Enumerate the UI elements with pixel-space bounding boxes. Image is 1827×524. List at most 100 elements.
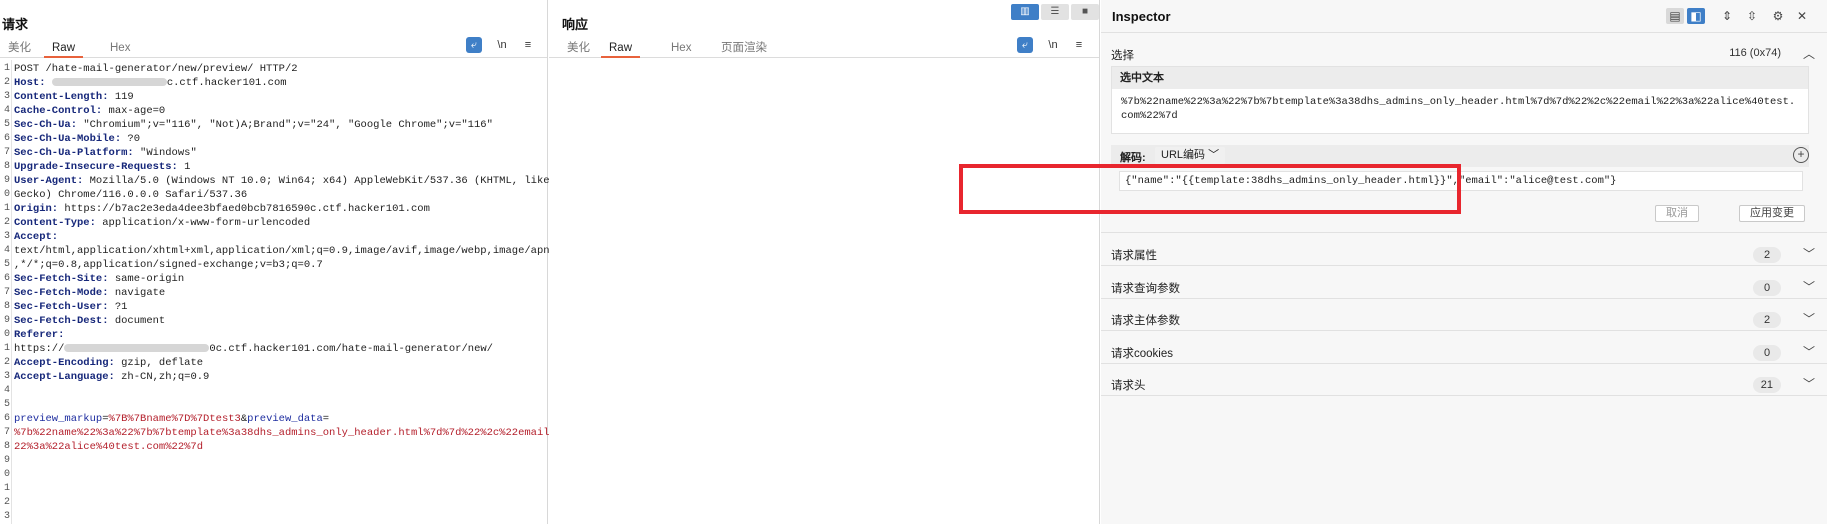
- request-line: Sec-Fetch-Dest: document: [14, 315, 166, 327]
- divider: [1101, 298, 1827, 299]
- redacted-blur: [51, 78, 167, 87]
- redacted-blur: [64, 344, 210, 353]
- tab-render[interactable]: 页面渲染: [713, 40, 775, 58]
- section-request-attributes[interactable]: 请求属性 2 ﹀: [1101, 244, 1827, 264]
- line-number: 9: [3, 455, 10, 466]
- wrap-lines-icon[interactable]: ⤶: [1017, 37, 1033, 53]
- selection-size: 116 (0x74): [1729, 47, 1781, 59]
- line-number: 2: [3, 77, 10, 88]
- line-number: 0: [3, 469, 10, 480]
- inspector-split-view-icon[interactable]: ◧: [1687, 8, 1705, 24]
- selected-text-value[interactable]: %7b%22name%22%3a%22%7b%7btemplate%3a38dh…: [1112, 89, 1808, 129]
- line-number: 0: [3, 189, 10, 200]
- section-cookies[interactable]: 请求cookies 0 ﹀: [1101, 342, 1827, 362]
- chevron-down-icon[interactable]: ﹀: [1803, 310, 1815, 327]
- line-number: 8: [3, 301, 10, 312]
- chevron-down-icon[interactable]: ﹀: [1803, 343, 1815, 360]
- menu-icon[interactable]: ≡: [1071, 37, 1087, 53]
- tab-hex[interactable]: Hex: [663, 40, 699, 58]
- request-line: text/html,application/xhtml+xml,applicat…: [14, 245, 556, 257]
- tab-raw[interactable]: Raw: [601, 40, 641, 58]
- count-badge: 2: [1753, 312, 1781, 328]
- selection-section[interactable]: 选择 116 (0x74) ︿: [1101, 44, 1827, 64]
- line-number: 1: [3, 483, 10, 494]
- decode-row: 解码: URL编码 ﹀ +: [1111, 145, 1809, 167]
- tab-pretty[interactable]: 美化: [559, 40, 598, 58]
- count-badge: 2: [1753, 247, 1781, 263]
- selected-text-header: 选中文本: [1112, 67, 1808, 89]
- line-number: 1: [3, 63, 10, 74]
- line-number: 7: [3, 427, 10, 438]
- line-number: 3: [3, 91, 10, 102]
- request-body-line: %7b%22name%22%3a%22%7b%7btemplate%3a38dh…: [14, 427, 556, 439]
- request-line: Content-Type: application/x-www-form-url…: [14, 217, 311, 229]
- chevron-up-icon[interactable]: ︿: [1803, 45, 1815, 62]
- request-line: Sec-Fetch-User: ?1: [14, 301, 128, 313]
- section-label: 请求cookies: [1111, 348, 1173, 360]
- chevron-down-icon[interactable]: ﹀: [1803, 278, 1815, 295]
- request-line: Accept:: [14, 231, 59, 243]
- response-editor[interactable]: [549, 60, 1099, 524]
- tab-pretty[interactable]: 美化: [0, 40, 39, 58]
- add-decoder-icon[interactable]: +: [1793, 147, 1809, 163]
- section-headers[interactable]: 请求头 21 ﹀: [1101, 374, 1827, 394]
- request-line: Origin: https://b7ac2e3eda4dee3bfaed0bcb…: [14, 203, 430, 215]
- request-line: POST /hate-mail-generator/new/preview/ H…: [14, 63, 298, 75]
- request-line: Sec-Ch-Ua-Mobile: ?0: [14, 133, 141, 145]
- line-number: 8: [3, 441, 10, 452]
- request-line: Cache-Control: max-age=0: [14, 105, 166, 117]
- line-number: 0: [3, 329, 10, 340]
- layout-single-icon[interactable]: ■: [1071, 4, 1099, 20]
- layout-stacked-icon[interactable]: ☰: [1041, 4, 1069, 20]
- close-icon[interactable]: ✕: [1793, 8, 1811, 24]
- section-query-params[interactable]: 请求查询参数 0 ﹀: [1101, 277, 1827, 297]
- section-body-params[interactable]: 请求主体参数 2 ﹀: [1101, 309, 1827, 329]
- request-line: Accept-Encoding: gzip, deflate: [14, 357, 204, 369]
- tab-raw[interactable]: Raw: [44, 40, 84, 58]
- line-number: 4: [3, 245, 10, 256]
- collapse-all-icon[interactable]: ⇳: [1743, 8, 1761, 24]
- request-line: Content-Length: 119: [14, 91, 134, 103]
- line-number: 2: [3, 497, 10, 508]
- request-line: Gecko) Chrome/116.0.0.0 Safari/537.36: [14, 189, 248, 201]
- line-number: 3: [3, 511, 10, 522]
- request-line: Accept-Language: zh-CN,zh;q=0.9: [14, 371, 210, 383]
- divider: [1101, 265, 1827, 266]
- gear-icon[interactable]: ⚙: [1769, 8, 1787, 24]
- decoded-value[interactable]: {"name":"{{template:38dhs_admins_only_he…: [1119, 171, 1803, 191]
- request-body-line: preview_markup=%7B%7Bname%7D%7Dtest3&pre…: [14, 413, 330, 425]
- line-number: 9: [3, 175, 10, 186]
- decode-type-select[interactable]: URL编码 ﹀: [1155, 147, 1225, 164]
- layout-side-by-side-icon[interactable]: ▥: [1011, 4, 1039, 20]
- newline-toggle[interactable]: \n: [494, 37, 510, 53]
- section-label: 请求属性: [1111, 250, 1157, 262]
- cancel-button[interactable]: 取消: [1655, 205, 1699, 222]
- response-title: 响应: [562, 17, 589, 32]
- request-editor[interactable]: 1 2 3 4 5 6 7 8 9 0 1 2 3 4 5 6 7 8 9 0 1 2 3 4 5 6 7 8 9 0 1 2 3 POST /…: [0, 60, 556, 524]
- request-title: 请求: [2, 17, 29, 32]
- count-badge: 21: [1752, 377, 1781, 393]
- line-number: 4: [3, 385, 10, 396]
- request-line: Upgrade-Insecure-Requests: 1: [14, 161, 191, 173]
- line-number: 7: [3, 147, 10, 158]
- line-number: 2: [3, 357, 10, 368]
- menu-icon[interactable]: ≡: [520, 37, 536, 53]
- inspector-title: Inspector: [1112, 9, 1171, 24]
- line-number: 5: [3, 259, 10, 270]
- chevron-down-icon[interactable]: ﹀: [1803, 375, 1815, 392]
- inspector-pane: Inspector ▤ ◧ ⇕ ⇳ ⚙ ✕ 选择 116 (0x74) ︿ 选中…: [1101, 0, 1827, 524]
- chevron-down-icon[interactable]: ﹀: [1803, 245, 1815, 262]
- request-line: User-Agent: Mozilla/5.0 (Windows NT 10.0…: [14, 175, 550, 187]
- inspector-list-view-icon[interactable]: ▤: [1666, 8, 1684, 24]
- line-number: 1: [3, 203, 10, 214]
- section-label: 请求头: [1111, 380, 1146, 392]
- count-badge: 0: [1753, 345, 1781, 361]
- request-line: https://0c.ctf.hacker101.com/hate-mail-g…: [14, 343, 493, 355]
- request-line: Referer:: [14, 329, 65, 341]
- newline-toggle[interactable]: \n: [1045, 37, 1061, 53]
- apply-changes-button[interactable]: 应用变更: [1739, 205, 1805, 222]
- expand-all-icon[interactable]: ⇕: [1718, 8, 1736, 24]
- tab-hex[interactable]: Hex: [102, 40, 138, 58]
- line-number: 4: [3, 105, 10, 116]
- wrap-lines-icon[interactable]: ⤶: [466, 37, 482, 53]
